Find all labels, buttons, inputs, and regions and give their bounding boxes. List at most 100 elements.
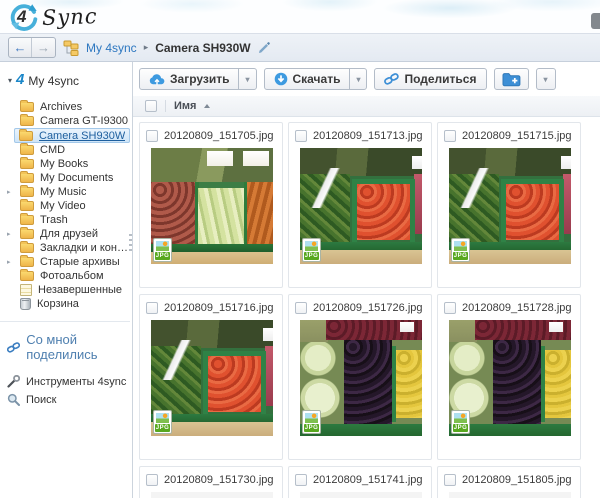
file-card[interactable]: 20120809_151713.jpg JPG: [288, 122, 432, 288]
file-card[interactable]: 20120809_151716.jpg JPG: [139, 294, 283, 460]
search-label: Поиск: [26, 394, 56, 406]
file-type-label: JPG: [453, 424, 468, 432]
select-all-checkbox[interactable]: [145, 100, 157, 112]
shared-with-me[interactable]: Со мной поделились: [0, 321, 130, 362]
upload-menu-button[interactable]: ▾: [238, 68, 256, 90]
file-type-label: JPG: [453, 252, 468, 260]
file-card-header: 20120809_151730.jpg: [146, 472, 276, 488]
sidebar-item-camera-gt-i9300[interactable]: Camera GT-I9300: [0, 114, 132, 128]
file-thumbnail[interactable]: JPG: [300, 492, 422, 498]
upload-button[interactable]: Загрузить: [139, 68, 239, 90]
file-card[interactable]: 20120809_151805.jpg JPG: [437, 466, 581, 498]
file-card[interactable]: 20120809_151728.jpg JPG: [437, 294, 581, 460]
sidebar-item-my-music[interactable]: ▸ My Music: [0, 185, 132, 199]
file-card-header: 20120809_151728.jpg: [444, 300, 574, 316]
file-checkbox[interactable]: [444, 474, 456, 486]
download-label: Скачать: [293, 72, 341, 86]
file-thumbnail[interactable]: JPG: [300, 148, 422, 264]
sidebar-item-fotoalbom[interactable]: Фотоальбом: [0, 269, 132, 283]
file-thumbnail[interactable]: JPG: [449, 320, 571, 436]
folder-icon: [20, 229, 34, 239]
4sync-file-manager: 4 Sync ← → My 4sync ▸ Camera SH930W ▾: [0, 0, 600, 498]
sidebar-tools: Инструменты 4sync Поиск: [0, 375, 132, 406]
sidebar-item-zakladki[interactable]: Закладки и контакты: [0, 241, 132, 255]
feedback-tab[interactable]: [591, 13, 600, 29]
image-glyph-icon: [305, 241, 318, 251]
header-divider: [165, 100, 166, 112]
rename-pencil-icon[interactable]: [258, 42, 270, 54]
name-column-header[interactable]: Имя: [174, 100, 196, 112]
sidebar-item-my-books[interactable]: My Books: [0, 157, 132, 171]
file-checkbox[interactable]: [444, 302, 456, 314]
new-folder-button[interactable]: [494, 68, 529, 90]
breadcrumb-current-folder: Camera SH930W: [155, 41, 250, 55]
file-card[interactable]: 20120809_151741.jpg JPG: [288, 466, 432, 498]
expand-arrow-icon[interactable]: ▸: [7, 230, 11, 238]
expand-arrow-icon[interactable]: ▸: [7, 188, 11, 196]
sidebar-item-trash[interactable]: Trash: [0, 213, 132, 227]
file-name[interactable]: 20120809_151730.jpg: [164, 474, 274, 486]
download-icon: [274, 72, 288, 86]
sidebar-item-starye-arhivy[interactable]: ▸ Старые архивы: [0, 255, 132, 269]
sort-ascending-icon[interactable]: [204, 104, 210, 108]
file-name[interactable]: 20120809_151715.jpg: [462, 130, 572, 142]
file-checkbox[interactable]: [295, 474, 307, 486]
image-glyph-icon: [156, 413, 169, 423]
download-button[interactable]: Скачать: [264, 68, 351, 90]
collapse-arrow-icon[interactable]: ▾: [8, 76, 12, 85]
file-checkbox[interactable]: [146, 130, 158, 142]
file-card[interactable]: 20120809_151726.jpg JPG: [288, 294, 432, 460]
sidebar-item-my-video[interactable]: My Video: [0, 199, 132, 213]
file-name[interactable]: 20120809_151705.jpg: [164, 130, 274, 142]
file-checkbox[interactable]: [146, 302, 158, 314]
file-thumbnail[interactable]: JPG: [151, 148, 273, 264]
sidebar-item-korzina[interactable]: Корзина: [0, 297, 132, 311]
sidebar: ▾ 4 My 4sync Archives Camera GT-I9300 Ca…: [0, 62, 133, 498]
cloud-upload-icon: [149, 73, 165, 85]
tools-4sync[interactable]: Инструменты 4sync: [7, 375, 132, 388]
sidebar-item-camera-sh930w[interactable]: Camera SH930W: [14, 128, 130, 143]
file-thumbnail[interactable]: JPG: [151, 492, 273, 498]
history-buttons: ← →: [8, 37, 56, 58]
file-checkbox[interactable]: [146, 474, 158, 486]
file-thumbnail[interactable]: JPG: [300, 320, 422, 436]
search-icon: [7, 393, 20, 406]
file-checkbox[interactable]: [295, 302, 307, 314]
shared-with-me-label: Со мной поделились: [26, 332, 130, 362]
download-menu-button[interactable]: ▾: [349, 68, 367, 90]
sidebar-item-cmd[interactable]: CMD: [0, 143, 132, 157]
wrench-icon: [7, 375, 20, 388]
share-button[interactable]: Поделиться: [374, 68, 486, 90]
expand-arrow-icon[interactable]: ▸: [7, 258, 11, 266]
sidebar-item-my-documents[interactable]: My Documents: [0, 171, 132, 185]
file-thumbnail[interactable]: JPG: [151, 320, 273, 436]
sidebar-item-nezavershennye[interactable]: Незавершенные: [0, 283, 132, 297]
file-card[interactable]: 20120809_151705.jpg JPG: [139, 122, 283, 288]
sidebar-item-archives[interactable]: Archives: [0, 100, 132, 114]
file-name[interactable]: 20120809_151805.jpg: [462, 474, 572, 486]
more-actions-button[interactable]: ▾: [536, 68, 556, 90]
file-name[interactable]: 20120809_151726.jpg: [313, 302, 423, 314]
file-thumbnail[interactable]: JPG: [449, 148, 571, 264]
content-pane: Загрузить ▾ Скачать ▾: [133, 62, 600, 498]
file-name[interactable]: 20120809_151741.jpg: [313, 474, 423, 486]
forward-button[interactable]: →: [32, 38, 55, 57]
file-checkbox[interactable]: [295, 130, 307, 142]
file-card-header: 20120809_151805.jpg: [444, 472, 574, 488]
file-card[interactable]: 20120809_151715.jpg JPG: [437, 122, 581, 288]
file-thumbnail[interactable]: JPG: [449, 492, 571, 498]
file-checkbox[interactable]: [444, 130, 456, 142]
file-name[interactable]: 20120809_151713.jpg: [313, 130, 423, 142]
back-button[interactable]: ←: [9, 38, 32, 57]
file-grid: 20120809_151705.jpg JPG 20120809_151713.…: [133, 117, 600, 498]
file-name[interactable]: 20120809_151728.jpg: [462, 302, 572, 314]
file-name[interactable]: 20120809_151716.jpg: [164, 302, 274, 314]
file-card[interactable]: 20120809_151730.jpg JPG: [139, 466, 283, 498]
4sync-logo[interactable]: 4 Sync: [8, 1, 98, 32]
breadcrumb-root-link[interactable]: My 4sync: [86, 41, 137, 55]
sidebar-item-dlya-druzey[interactable]: ▸ Для друзей: [0, 227, 132, 241]
list-header: Имя: [133, 96, 600, 117]
file-card-header: 20120809_151726.jpg: [295, 300, 425, 316]
sidebar-root-my4sync[interactable]: ▾ 4 My 4sync: [0, 73, 132, 88]
search[interactable]: Поиск: [7, 393, 132, 406]
